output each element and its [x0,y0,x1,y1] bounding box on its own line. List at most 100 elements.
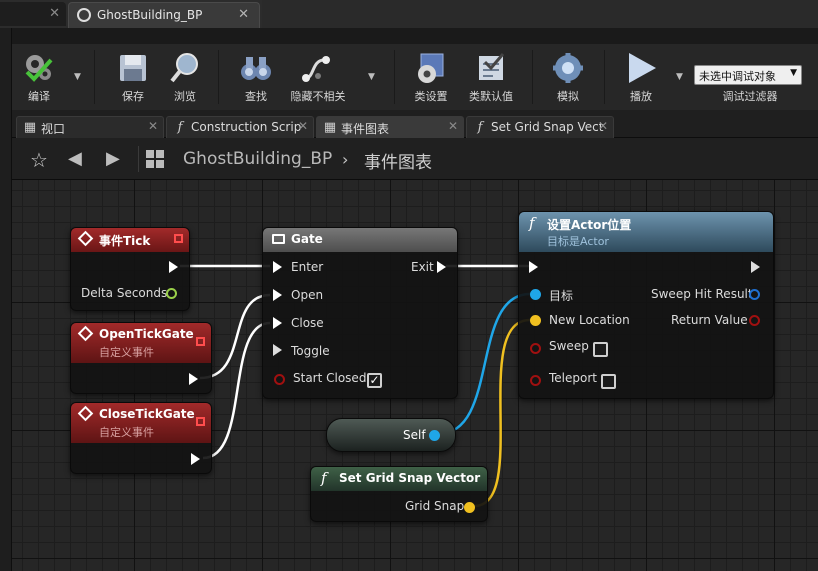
event-delegate-icon[interactable] [174,234,183,243]
forward-arrow-icon[interactable]: ▶ [106,148,120,169]
close-icon[interactable]: ✕ [298,119,308,133]
compile-button[interactable]: 编译 [14,44,64,110]
tab-event-graph[interactable]: ▦ 事件图表 ✕ [316,116,464,138]
pin-label: Teleport [549,371,597,385]
toolbar-divider [94,50,95,104]
object-in-pin-target[interactable] [530,289,541,300]
compile-options-chevron-icon[interactable]: ▼ [74,72,81,82]
tab-viewport[interactable]: ▦ 视口 ✕ [16,116,164,138]
node-header: 事件Tick [71,228,189,252]
node-subtitle: 目标是Actor [547,235,609,248]
pin-label: Self [403,428,426,442]
node-title: Set Grid Snap Vector [339,471,481,485]
simulate-button[interactable]: 模拟 [542,44,594,110]
node-title: OpenTickGate [99,327,194,341]
tab-label: 视口 [41,122,66,136]
star-icon[interactable]: ☆ [30,148,48,172]
close-icon[interactable]: ✕ [448,119,458,133]
exec-in-pin[interactable] [529,261,538,273]
exec-out-pin[interactable] [189,373,198,385]
class-settings-label: 类设置 [414,90,448,103]
exec-in-pin-open[interactable] [273,289,282,301]
compile-label: 编译 [28,90,50,103]
play-button[interactable]: 播放 [616,44,666,110]
blueprint-icon [77,8,91,22]
breadcrumb-divider [138,146,139,172]
breadcrumb-root[interactable]: GhostBuilding_BP [183,149,332,169]
bool-in-pin[interactable] [274,374,285,385]
close-icon[interactable]: ✕ [598,119,608,133]
exec-out-pin[interactable] [169,261,178,273]
bool-in-pin-teleport[interactable] [530,375,541,386]
save-label: 保存 [122,90,144,103]
exec-out-pin[interactable] [751,261,760,273]
hide-options-chevron-icon[interactable]: ▼ [368,72,375,82]
breadcrumb-current: 事件图表 [364,153,432,173]
class-settings-icon [418,53,444,83]
event-graph-icon: ▦ [323,120,337,135]
close-icon[interactable]: ✕ [148,119,158,133]
open-tick-gate-node[interactable]: OpenTickGate 自定义事件 [70,322,212,394]
event-delegate-icon[interactable] [196,417,205,426]
node-header: OpenTickGate 自定义事件 [71,323,211,363]
bool-out-pin[interactable] [749,315,760,326]
function-icon: f [477,120,483,135]
node-title: CloseTickGate [99,407,195,421]
hide-unrelated-button[interactable]: 隐藏不相关 [286,44,350,110]
hide-unrelated-label: 隐藏不相关 [290,90,346,103]
play-options-chevron-icon[interactable]: ▼ [676,72,683,82]
vector-in-pin[interactable] [530,315,541,326]
event-graph-icon [146,150,164,168]
play-icon [629,53,656,83]
event-icon [77,230,94,247]
pin-label: Close [291,316,324,330]
tab-set-grid-snap-vector[interactable]: f Set Grid Snap Vect ✕ [466,116,614,138]
event-delegate-icon[interactable] [196,337,205,346]
set-grid-snap-vector-node[interactable]: f Set Grid Snap Vector Grid Snap [310,466,488,522]
sweep-checkbox[interactable] [593,342,608,357]
set-actor-location-node[interactable]: f 设置Actor位置 目标是Actor 目标 Sweep Hit Result… [518,211,774,399]
browse-button[interactable]: 浏览 [160,44,210,110]
start-closed-checkbox[interactable]: ✓ [367,373,382,388]
exec-in-pin-enter[interactable] [273,261,282,273]
gate-node[interactable]: Gate Enter Exit Open Close Toggle Start … [262,227,458,399]
self-node[interactable]: Self [326,418,456,452]
exec-in-pin-toggle[interactable] [273,344,282,356]
toolbar-divider [394,50,395,104]
document-tab-previous[interactable]: ✕ [0,2,66,26]
struct-out-pin[interactable] [749,289,760,300]
close-icon[interactable]: ✕ [49,6,60,21]
hide-unrelated-icon [302,56,330,82]
find-button[interactable]: 查找 [230,44,282,110]
close-icon[interactable]: ✕ [238,7,249,22]
breadcrumb-bar: ☆ ◀ ▶ GhostBuilding_BP › 事件图表 [12,138,818,180]
tab-construction-script[interactable]: f Construction Scrip ✕ [166,116,314,138]
back-arrow-icon[interactable]: ◀ [68,148,82,169]
save-icon [120,55,146,81]
pin-label: Delta Seconds [81,286,168,300]
class-settings-button[interactable]: 类设置 [406,44,456,110]
compile-icon [25,55,53,82]
save-button[interactable]: 保存 [108,44,158,110]
pin-label: New Location [549,313,630,327]
bool-in-pin-sweep[interactable] [530,343,541,354]
toolbar-divider [532,50,533,104]
exec-out-pin-exit[interactable] [437,261,446,273]
exec-in-pin-close[interactable] [273,317,282,329]
debug-object-select[interactable]: 未选中调试对象 ▼ [694,65,802,85]
node-title: Gate [291,232,323,246]
close-tick-gate-node[interactable]: CloseTickGate 自定义事件 [70,402,212,474]
pin-label: Toggle [291,344,330,358]
pin-label: Grid Snap [405,499,465,513]
tab-label: Set Grid Snap Vect [491,120,604,134]
object-out-pin[interactable] [429,430,440,441]
float-out-pin[interactable] [166,288,177,299]
exec-out-pin[interactable] [191,453,200,465]
event-tick-node[interactable]: 事件Tick Delta Seconds [70,227,190,311]
function-icon: f [177,120,183,135]
teleport-checkbox[interactable] [601,374,616,389]
breadcrumb-separator: › [342,150,349,169]
vector-out-pin[interactable] [464,502,475,513]
class-defaults-button[interactable]: 类默认值 [462,44,520,110]
document-tab-active[interactable]: GhostBuilding_BP ✕ [68,2,260,28]
